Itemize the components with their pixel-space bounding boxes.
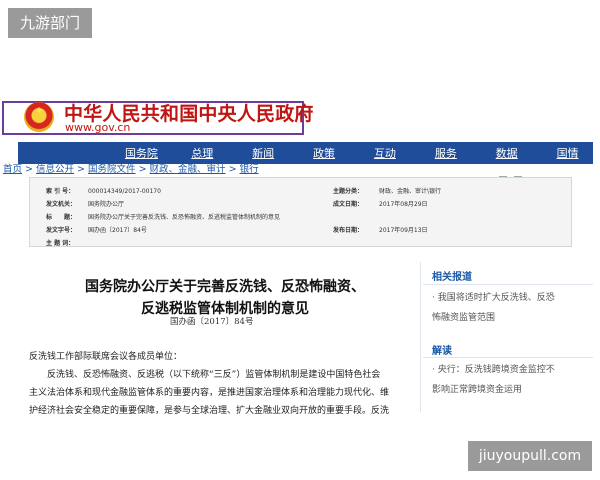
breadcrumb-sep: >: [22, 164, 37, 175]
breadcrumb-category[interactable]: 财政、金融、审计: [150, 164, 226, 175]
nav-item[interactable]: 国务院: [116, 145, 167, 161]
meta-key: 发布日期：: [333, 227, 364, 234]
breadcrumb: 首页 > 信息公开 > 国务院文件 > 财政、金融、审计 > 银行: [3, 161, 259, 175]
breadcrumb-sep: >: [225, 164, 240, 175]
nav-item[interactable]: 互动: [360, 145, 411, 161]
meta-row: 标 题： 国务院办公厅关于完善反洗钱、反恐怖融资、反逃税监管体制机制的意见: [46, 212, 280, 221]
document-number: 国办函〔2017〕84号: [170, 317, 254, 327]
watermark-top: 九游部门: [8, 8, 92, 38]
meta-row: 发文机关： 国务院办公厅 成文日期： 2017年08月29日: [46, 199, 428, 208]
meta-value: 2017年08月29日: [379, 201, 428, 208]
nav-item[interactable]: 数据: [481, 145, 532, 161]
meta-value: 2017年09月13日: [379, 227, 428, 234]
watermark-bottom: jiuyoupull.com: [468, 441, 592, 471]
site-url[interactable]: www.gov.cn: [65, 121, 130, 134]
nav-item[interactable]: 政策: [299, 145, 350, 161]
breadcrumb-home[interactable]: 首页: [3, 164, 22, 175]
breadcrumb-info[interactable]: 信息公开: [36, 164, 74, 175]
breadcrumb-bank[interactable]: 银行: [240, 164, 259, 175]
related-link-line: · 我国将适时扩大反洗钱、反恐: [432, 293, 555, 303]
meta-value: 000014349/2017-00170: [88, 188, 161, 195]
document-title-line: 国务院办公厅关于完善反洗钱、反恐怖融资、: [85, 279, 365, 295]
document-body: 反洗钱工作部际联席会议各成员单位： 反洗钱、反恐怖融资、反逃税（以下统称“三反”…: [29, 348, 403, 420]
nav-item[interactable]: 新闻: [238, 145, 289, 161]
breadcrumb-sep: >: [135, 164, 150, 175]
meta-value: 国务院办公厅关于完善反洗钱、反恐怖融资、反逃税监管体制机制的意见: [88, 214, 281, 221]
meta-key: 主 题 词：: [46, 240, 75, 247]
meta-key: 标 题：: [46, 214, 77, 221]
meta-value: 财政、金融、审计\银行: [379, 188, 442, 195]
breadcrumb-files[interactable]: 国务院文件: [88, 164, 136, 175]
national-emblem-icon: [24, 102, 54, 132]
related-reports-heading: 相关报道: [432, 272, 472, 283]
meta-value: 国办函〔2017〕84号: [88, 227, 147, 234]
breadcrumb-sep: >: [74, 164, 89, 175]
nav-item[interactable]: 国情: [542, 145, 593, 161]
paragraph-line: 主义法治体系和现代金融监管体系的重要内容，是推进国家治理体系和治理能力现代化、维: [29, 388, 390, 398]
interpretation-heading: 解读: [432, 346, 452, 357]
paragraph-line: 护经济社会安全稳定的重要保障，是参与全球治理、扩大金融业双向开放的重要手段。反洗: [29, 406, 390, 416]
interpretation-link[interactable]: · 央行：反洗钱跨境资金监控不 影响正常跨境资金运用: [432, 360, 592, 400]
sidebar-divider: [423, 357, 593, 358]
document-title: 国务院办公厅关于完善反洗钱、反恐怖融资、 反逃税监管体制机制的意见: [75, 276, 375, 320]
nav-item[interactable]: 服务: [420, 145, 471, 161]
paragraph-line: 反洗钱、反恐怖融资、反逃税（以下统称“三反”）监管体制机制是建设中国特色社会: [47, 370, 381, 380]
nav-item[interactable]: 总理: [177, 145, 228, 161]
meta-row: 发文字号： 国办函〔2017〕84号 发布日期： 2017年09月13日: [46, 225, 428, 234]
salutation: 反洗钱工作部际联席会议各成员单位：: [29, 352, 183, 362]
interpretation-link-line: · 央行：反洗钱跨境资金监控不: [432, 365, 555, 375]
meta-key: 主题分类：: [333, 188, 364, 195]
document-meta-panel: 索 引 号： 000014349/2017-00170 主题分类： 财政、金融、审计…: [29, 177, 572, 247]
meta-key: 发文机关：: [46, 201, 77, 208]
related-link-line: 怖融资监管范围: [432, 313, 496, 323]
interpretation-link-line: 影响正常跨境资金运用: [432, 385, 523, 395]
meta-value: 国务院办公厅: [88, 201, 125, 208]
meta-key: 成文日期：: [333, 201, 364, 208]
meta-key: 发文字号：: [46, 227, 77, 234]
meta-key: 索 引 号：: [46, 188, 75, 195]
sidebar-divider: [423, 284, 593, 285]
sidebar-divider: [420, 262, 421, 412]
meta-row: 主 题 词：: [46, 238, 88, 247]
meta-row: 索 引 号： 000014349/2017-00170 主题分类： 财政、金融、审计…: [46, 186, 441, 195]
related-link[interactable]: · 我国将适时扩大反洗钱、反恐 怖融资监管范围: [432, 288, 592, 328]
